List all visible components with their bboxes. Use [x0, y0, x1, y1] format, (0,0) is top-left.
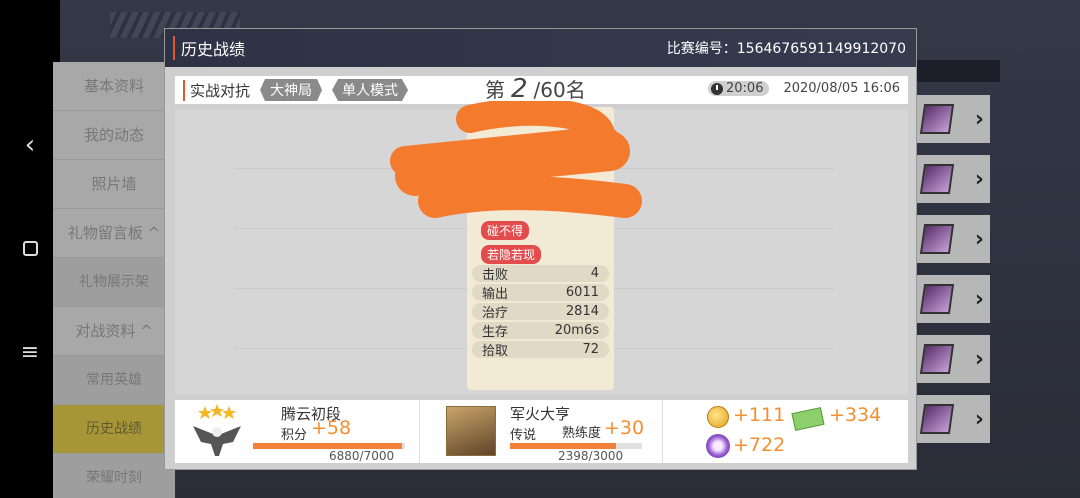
redaction-scribble [390, 101, 642, 218]
match-id: 比赛编号：1564676591149912070 [666, 41, 906, 57]
menu-item-my-feed[interactable]: 我的动态 [53, 111, 175, 160]
proficiency-progress-text: 2398/3000 [558, 449, 624, 463]
match-tag: 大神局 [260, 79, 323, 101]
hero-thumb-icon [919, 404, 955, 434]
stat-label: 拾取 [482, 344, 509, 359]
menu-item-basic-info[interactable]: 基本资料 [53, 62, 175, 111]
menu-item-gift-shelf[interactable]: 礼物展示架 [53, 258, 175, 307]
clock-icon [711, 82, 723, 95]
placement-number: 2 [511, 74, 528, 104]
match-tag: 单人模式 [332, 79, 409, 101]
crystal-orb-icon [706, 434, 730, 458]
dialog-title: 历史战绩 [173, 36, 245, 60]
rank-section: 腾云初段 积分 +58 6880/7000 [175, 400, 420, 463]
stat-row: 拾取 72 [472, 341, 609, 359]
list-item[interactable]: › [916, 155, 990, 203]
profile-side-menu: 基本资料 我的动态 照片墙 礼物留言板 ^ 礼物展示架 对战资料 ^ 常用英雄 … [53, 62, 175, 498]
list-item[interactable]: › [916, 95, 990, 143]
title-badge: 若隐若现 [481, 245, 542, 264]
ticket-icon [791, 407, 825, 431]
menu-item-history[interactable]: 历史战绩 [53, 405, 175, 454]
hero-thumb-icon [919, 104, 955, 134]
list-item[interactable]: › [916, 275, 990, 323]
hero-thumb-icon [919, 164, 955, 194]
orb-reward: +722 [733, 434, 786, 456]
match-info-bar: 实战对抗 大神局 单人模式 第 2/60名 20:06 2020/08/05 16… [175, 74, 908, 104]
background-topbar [915, 60, 1000, 82]
chevron-right-icon[interactable]: › [975, 167, 984, 192]
match-mode: 实战对抗 [183, 79, 250, 101]
points-progress-text: 6880/7000 [329, 449, 395, 463]
chevron-right-icon[interactable]: › [975, 287, 984, 312]
list-item[interactable]: › [916, 215, 990, 263]
history-dialog: 历史战绩 比赛编号：1564676591149912070 实战对抗 大神局 单… [164, 28, 917, 470]
dialog-header: 历史战绩 比赛编号：1564676591149912070 [165, 29, 916, 67]
reward-panel: 腾云初段 积分 +58 6880/7000 军火大亨 传说 熟练度 +30 23… [175, 400, 908, 463]
stat-label: 输出 [482, 287, 509, 302]
stat-row: 生存 20m6s [472, 322, 609, 340]
stat-row: 治疗 2814 [472, 303, 609, 321]
hero-tier: 传说 [510, 428, 537, 443]
chevron-right-icon[interactable]: › [975, 107, 984, 132]
hero-thumb-icon [919, 224, 955, 254]
list-item[interactable]: › [916, 395, 990, 443]
back-icon[interactable]: ‹ [0, 125, 60, 165]
menu-item-battle-data[interactable]: 对战资料 ^ [53, 307, 175, 356]
chevron-right-icon[interactable]: › [975, 347, 984, 372]
system-nav-bar: ‹ ≡ [0, 0, 60, 498]
menu-item-gift-board[interactable]: 礼物留言板 ^ [53, 209, 175, 258]
hero-avatar [446, 406, 496, 456]
stat-row: 输出 6011 [472, 284, 609, 302]
stat-value: 72 [582, 342, 599, 357]
coin-icon [707, 406, 729, 428]
chevron-right-icon[interactable]: › [975, 407, 984, 432]
eagle-rank-icon [193, 404, 241, 456]
stat-label: 治疗 [482, 306, 509, 321]
rewards-section: +111 +334 +722 [663, 400, 908, 463]
placement: 第 2/60名 [485, 74, 586, 104]
coin-reward: +111 [733, 404, 786, 426]
ticket-reward: +334 [829, 404, 882, 426]
stat-value: 4 [590, 266, 599, 281]
points-gain: +58 [311, 417, 352, 439]
stat-label: 击败 [482, 268, 509, 283]
stat-label: 生存 [482, 325, 509, 340]
list-item[interactable]: › [916, 335, 990, 383]
chevron-right-icon[interactable]: › [975, 227, 984, 252]
placement-prefix: 第 [485, 78, 505, 102]
stat-value: 2814 [565, 304, 599, 319]
points-label: 积分 [281, 428, 308, 443]
hero-thumb-icon [919, 284, 955, 314]
home-icon[interactable] [0, 228, 60, 268]
hero-thumb-icon [919, 344, 955, 374]
stats-list: 击败 4 输出 6011 治疗 2814 生存 20m6s 拾取 72 [472, 265, 609, 360]
hero-section: 军火大亨 传说 熟练度 +30 2398/3000 [420, 400, 663, 463]
menu-icon[interactable]: ≡ [0, 332, 60, 372]
placement-suffix: /60名 [533, 78, 586, 102]
proficiency-label: 熟练度 [562, 426, 602, 441]
menu-item-photo-wall[interactable]: 照片墙 [53, 160, 175, 209]
match-list-right: › › › › › › [916, 95, 990, 455]
stat-value: 20m6s [554, 323, 599, 338]
menu-item-glory-moments[interactable]: 荣耀时刻 [53, 454, 175, 498]
menu-item-common-heroes[interactable]: 常用英雄 [53, 356, 175, 405]
stat-value: 6011 [565, 285, 599, 300]
stat-row: 击败 4 [472, 265, 609, 283]
proficiency-gain: +30 [604, 417, 645, 439]
hero-name: 军火大亨 [510, 405, 571, 423]
duration-chip: 20:06 [708, 81, 770, 96]
match-time: 20:06 2020/08/05 16:06 [708, 81, 900, 96]
match-datetime: 2020/08/05 16:06 [783, 81, 900, 96]
duration: 20:06 [726, 81, 764, 96]
